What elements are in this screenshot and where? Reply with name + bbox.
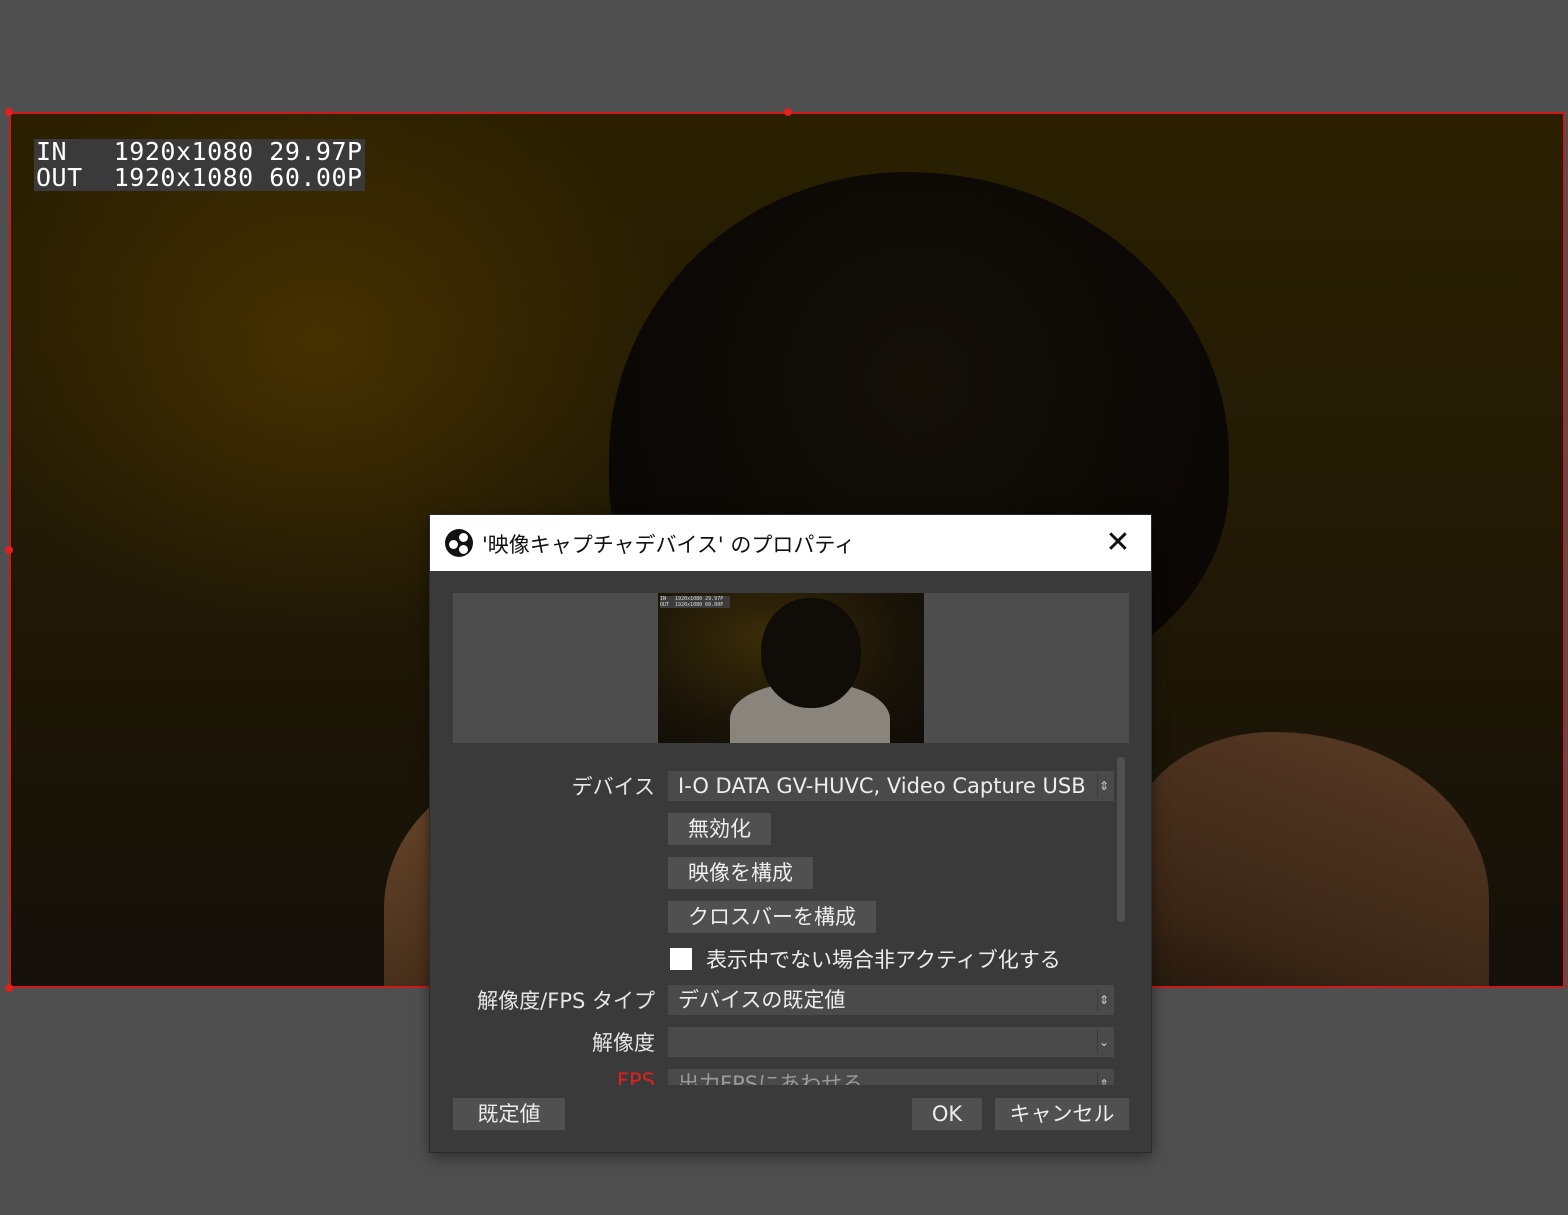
resize-handle-top-left[interactable] [5,108,13,116]
deactivate-when-hidden-checkbox[interactable] [670,948,692,970]
updown-arrow-icon: ⇕ [1098,779,1110,793]
dialog-preview: IN 1920x1080 29.97P OUT 1920x1080 60.00P [453,593,1129,743]
disable-button[interactable]: 無効化 [668,813,771,845]
dialog-title: '映像キャプチャデバイス' のプロパティ [482,533,856,557]
configure-crossbar-button[interactable]: クロスバーを構成 [668,901,876,933]
defaults-button[interactable]: 既定値 [453,1098,565,1130]
obs-logo-icon [445,529,473,557]
preview-head [761,598,861,708]
resize-handle-top[interactable] [784,108,792,116]
fps-label: FPS [616,1069,655,1085]
properties-list: デバイス I-O DATA GV-HUVC, Video Capture USB… [430,755,1151,1085]
dialog-titlebar[interactable]: '映像キャプチャデバイス' のプロパティ ✕ [430,515,1151,571]
deactivate-when-hidden-label: 表示中でない場合非アクティブ化する [706,948,1061,972]
res-fps-type-value: デバイスの既定値 [678,988,846,1012]
ok-button[interactable]: OK [912,1098,982,1130]
fps-value: 出力FPSにあわせる [678,1072,864,1085]
properties-dialog: '映像キャプチャデバイス' のプロパティ ✕ IN 1920x1080 29.9… [430,515,1151,1152]
dialog-preview-video: IN 1920x1080 29.97P OUT 1920x1080 60.00P [658,593,924,743]
fps-select[interactable]: 出力FPSにあわせる ⇕ [668,1069,1114,1085]
cancel-button[interactable]: キャンセル [995,1098,1129,1130]
updown-arrow-icon: ⇕ [1098,1077,1110,1085]
device-select-value: I-O DATA GV-HUVC, Video Capture USB [678,774,1086,798]
res-fps-type-label: 解像度/FPS タイプ [477,989,655,1013]
resolution-select[interactable]: ⌄ [668,1027,1114,1057]
updown-arrow-icon: ⇕ [1098,993,1110,1007]
res-fps-type-select[interactable]: デバイスの既定値 ⇕ [668,985,1114,1015]
properties-scrollbar[interactable] [1117,757,1125,922]
resize-handle-left[interactable] [5,546,13,554]
preview-osd: IN 1920x1080 29.97P OUT 1920x1080 60.00P [660,596,730,608]
device-label: デバイス [571,775,655,799]
resolution-label: 解像度 [592,1031,655,1055]
configure-video-button[interactable]: 映像を構成 [668,857,813,889]
device-select[interactable]: I-O DATA GV-HUVC, Video Capture USB ⇕ [668,771,1114,801]
chevron-down-icon: ⌄ [1098,1035,1110,1049]
resize-handle-bottom-left[interactable] [5,984,13,992]
close-icon[interactable]: ✕ [1100,525,1136,561]
